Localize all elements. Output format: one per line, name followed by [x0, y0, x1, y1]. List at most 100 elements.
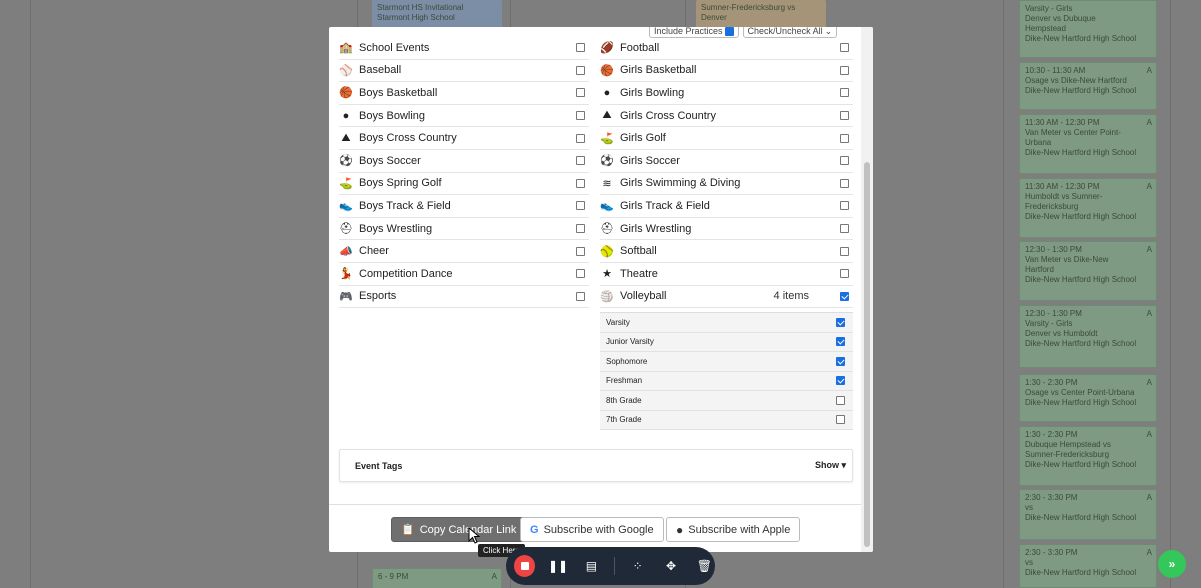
category-row[interactable]: 📣 Cheer: [339, 240, 589, 263]
event-tags-panel[interactable]: Event Tags Show ▾: [339, 449, 853, 482]
calendar-event-card[interactable]: 11:30 AM - 12:30 PM Van Meter vs Center P…: [1019, 114, 1157, 174]
golf-icon: ⛳: [339, 177, 353, 190]
softball-icon: 🥎: [600, 245, 614, 258]
volleyball-level-row[interactable]: Junior Varsity: [600, 333, 853, 352]
level-checkbox[interactable]: [836, 376, 845, 386]
category-row[interactable]: ● Girls Bowling: [600, 82, 853, 105]
event-tags-show-toggle[interactable]: Show ▾: [815, 460, 846, 471]
category-checkbox[interactable]: [840, 133, 849, 143]
category-checkbox[interactable]: [576, 88, 585, 98]
category-row[interactable]: 🏀 Girls Basketball: [600, 60, 853, 83]
notes-button[interactable]: ▤: [581, 555, 602, 577]
calendar-event-card[interactable]: 1:30 - 2:30 PM Osage vs Center Point-Urba…: [1019, 374, 1157, 422]
category-row[interactable]: ≋ Girls Swimming & Diving: [600, 173, 853, 196]
calendar-event-card[interactable]: 2:30 - 3:30 PM vs Dike-New Hartford High S…: [1019, 544, 1157, 588]
category-label: Boys Bowling: [359, 109, 426, 122]
category-row[interactable]: ⚽ Boys Soccer: [339, 150, 589, 173]
calendar-event-card[interactable]: 6 - 9 PM A: [372, 568, 502, 588]
category-row[interactable]: ⛑ Girls Wrestling: [600, 218, 853, 241]
category-row[interactable]: 🎮 Esports: [339, 286, 589, 309]
category-checkbox[interactable]: [576, 156, 585, 166]
calendar-event-card[interactable]: 1:30 - 2:30 PM Dubuque Hempstead vs Sumner…: [1019, 426, 1157, 486]
category-checkbox[interactable]: [576, 269, 585, 279]
calendar-event-card[interactable]: Starmont HS Invitational Starmont High S…: [372, 0, 502, 30]
calendar-event-card[interactable]: 11:30 AM - 12:30 PM Humboldt vs Sumner- Fr…: [1019, 178, 1157, 238]
event-badge: A: [1146, 378, 1152, 387]
subscribe-apple-button[interactable]: ● Subscribe with Apple: [666, 517, 801, 542]
category-row[interactable]: 👟 Girls Track & Field: [600, 195, 853, 218]
volleyball-level-row[interactable]: Freshman: [600, 372, 853, 391]
category-checkbox[interactable]: [840, 43, 849, 53]
subscribe-google-button[interactable]: G Subscribe with Google: [520, 517, 664, 542]
volleyball-level-row[interactable]: Varsity: [600, 313, 853, 333]
stop-recording-button[interactable]: [514, 555, 536, 577]
include-practices-checkbox[interactable]: [724, 27, 734, 36]
recording-toolbar: ❚❚ ▤ ⁘ ✥ 🗑: [506, 547, 715, 585]
category-label: Boys Soccer: [359, 154, 421, 167]
calendar-event-card[interactable]: Sumner-Fredericksburg vs Denver: [696, 0, 826, 30]
category-checkbox[interactable]: [576, 178, 585, 188]
category-checkbox[interactable]: [840, 201, 849, 211]
category-row[interactable]: ● Boys Bowling: [339, 105, 589, 128]
category-row[interactable]: ⚾ Baseball: [339, 60, 589, 83]
modal-scrollbar[interactable]: [861, 27, 873, 552]
pause-button[interactable]: ❚❚: [547, 555, 568, 577]
category-row[interactable]: ★ Theatre: [600, 263, 853, 286]
category-checkbox[interactable]: [840, 224, 849, 234]
calendar-event-card[interactable]: 12:30 - 1:30 PM Van Meter vs Dike-New Hart…: [1019, 241, 1157, 301]
volleyball-level-row[interactable]: 8th Grade: [600, 391, 853, 411]
event-line: Varsity - Girls: [1025, 319, 1073, 328]
category-row[interactable]: 🏀 Boys Basketball: [339, 82, 589, 105]
category-checkbox[interactable]: [576, 246, 585, 256]
category-checkbox[interactable]: [576, 133, 585, 143]
level-checkbox[interactable]: [836, 317, 845, 327]
category-row[interactable]: ⚽ Girls Soccer: [600, 150, 853, 173]
level-checkbox[interactable]: [836, 337, 845, 347]
category-checkbox[interactable]: [840, 65, 849, 75]
category-label: Boys Track & Field: [359, 199, 451, 212]
event-badge: A: [1146, 548, 1152, 557]
category-row[interactable]: ⛰ Boys Cross Country: [339, 127, 589, 150]
grid-button[interactable]: ⁘: [627, 555, 648, 577]
calendar-event-card[interactable]: 2:30 - 3:30 PM vs Dike-New Hartford High S…: [1019, 489, 1157, 540]
category-row[interactable]: ⛳ Boys Spring Golf: [339, 173, 589, 196]
category-checkbox[interactable]: [576, 43, 585, 53]
category-row[interactable]: 👟 Boys Track & Field: [339, 195, 589, 218]
category-row[interactable]: ⛳ Girls Golf: [600, 127, 853, 150]
copy-calendar-link-button[interactable]: 📋 Copy Calendar Link: [391, 517, 527, 542]
category-checkbox[interactable]: [840, 291, 849, 301]
category-row[interactable]: 🏫 School Events: [339, 37, 589, 60]
volleyball-level-row[interactable]: Sophomore: [600, 352, 853, 372]
category-checkbox[interactable]: [840, 246, 849, 256]
category-checkbox[interactable]: [576, 201, 585, 211]
category-checkbox[interactable]: [840, 111, 849, 121]
category-checkbox[interactable]: [840, 178, 849, 188]
level-checkbox[interactable]: [836, 356, 845, 366]
level-checkbox[interactable]: [836, 415, 845, 425]
scrollbar-thumb[interactable]: [864, 162, 870, 547]
level-checkbox[interactable]: [836, 395, 845, 405]
expand-fab-button[interactable]: »: [1158, 550, 1186, 578]
event-line: 1:30 - 2:30 PM: [1025, 430, 1078, 439]
trash-icon: 🗑: [696, 559, 712, 573]
category-row[interactable]: ⛰ Girls Cross Country: [600, 105, 853, 128]
cross-country-icon: ⛰: [602, 109, 612, 122]
category-checkbox[interactable]: [576, 224, 585, 234]
category-checkbox[interactable]: [840, 269, 849, 279]
category-row[interactable]: 🥎 Softball: [600, 240, 853, 263]
calendar-event-card[interactable]: 10:30 - 11:30 AM Osage vs Dike-New Hartfo…: [1019, 62, 1157, 110]
move-button[interactable]: ✥: [660, 555, 681, 577]
volleyball-level-row[interactable]: 7th Grade: [600, 411, 853, 430]
category-checkbox[interactable]: [840, 156, 849, 166]
category-checkbox[interactable]: [576, 111, 585, 121]
category-checkbox[interactable]: [840, 88, 849, 98]
category-row[interactable]: 🏐 Volleyball 4 items: [600, 286, 853, 309]
delete-button[interactable]: 🗑: [694, 555, 715, 577]
calendar-event-card[interactable]: Varsity - Girls Denver vs Dubuque Hempstea…: [1019, 0, 1157, 58]
category-checkbox[interactable]: [576, 65, 585, 75]
category-row[interactable]: 🏈 Football: [600, 37, 853, 60]
category-row[interactable]: ⛑ Boys Wrestling: [339, 218, 589, 241]
category-row[interactable]: 💃 Competition Dance: [339, 263, 589, 286]
category-checkbox[interactable]: [576, 291, 585, 301]
calendar-event-card[interactable]: 12:30 - 1:30 PM Varsity - Girls Denver vs …: [1019, 305, 1157, 368]
